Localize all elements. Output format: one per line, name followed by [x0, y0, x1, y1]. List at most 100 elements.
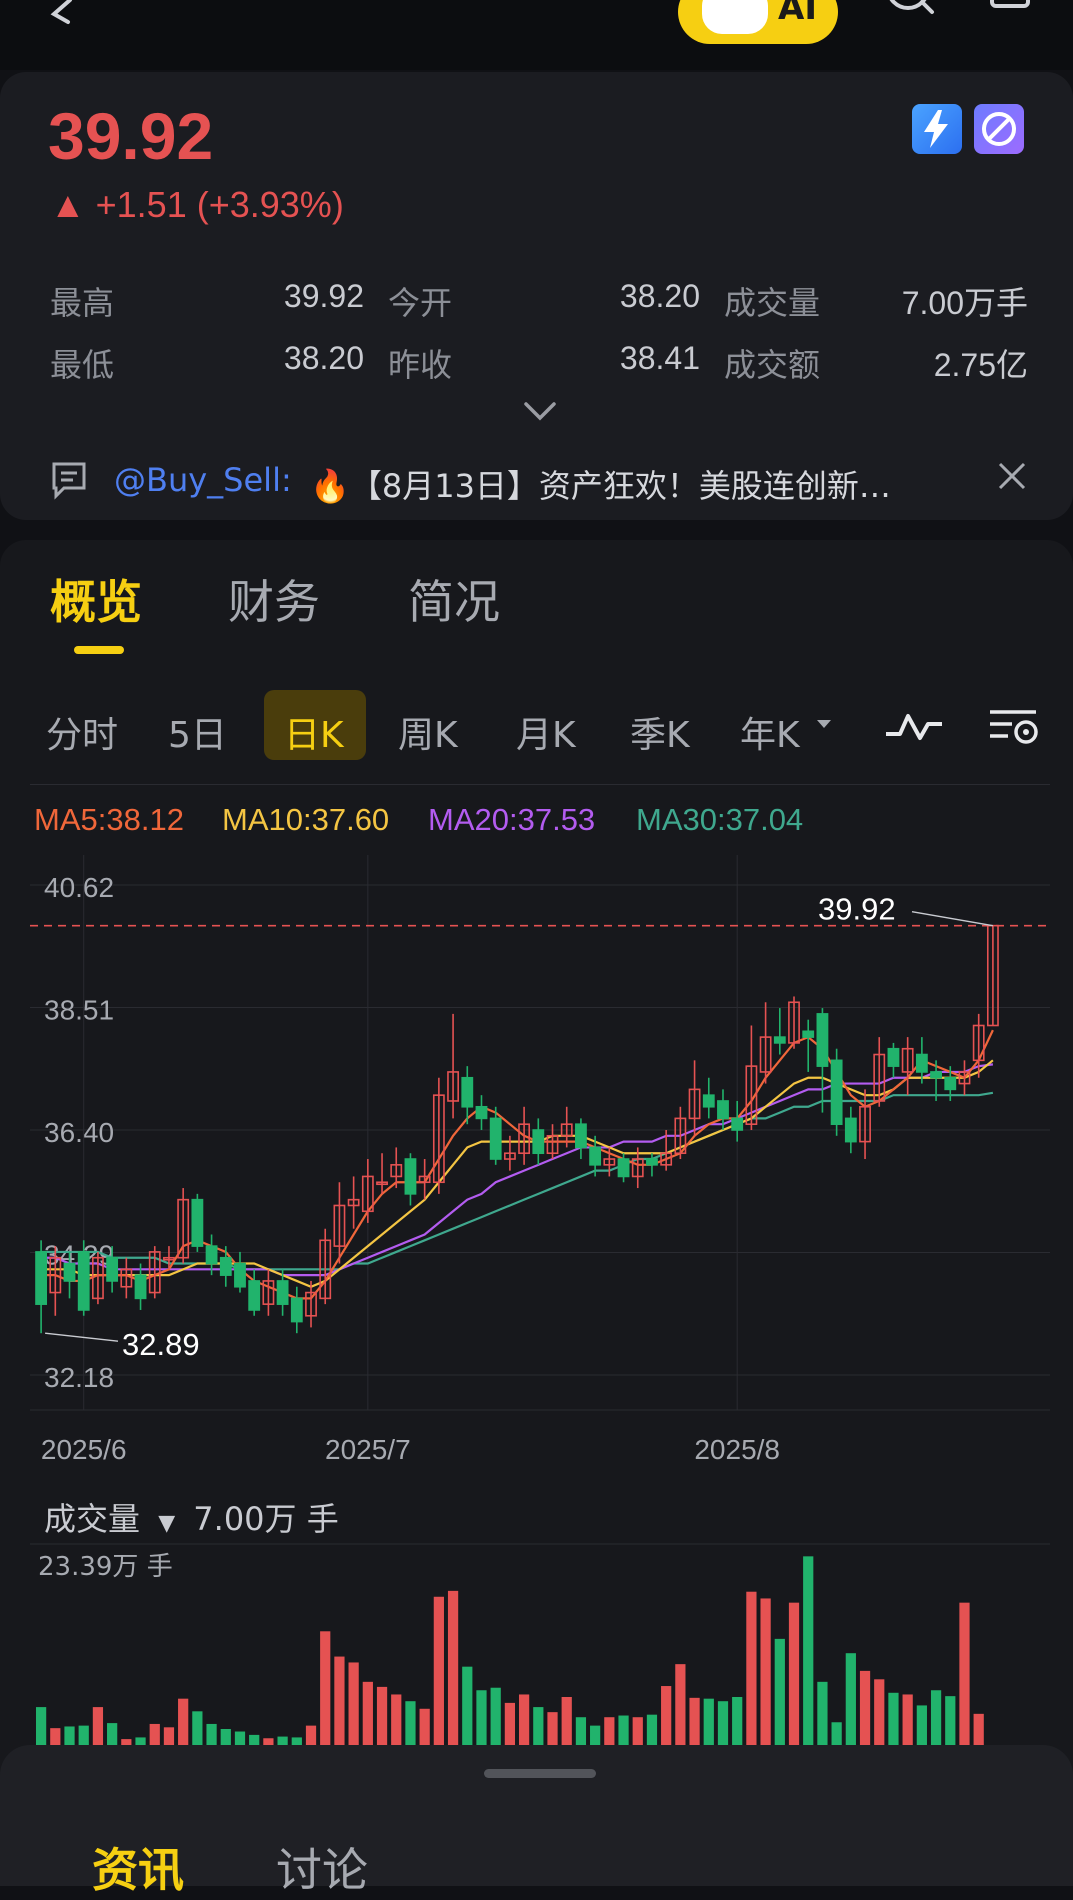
news-headline[interactable]: 🔥【8月13日】资产狂欢！美股连创新…: [310, 461, 930, 507]
volume-bar: [419, 1708, 430, 1745]
low-label-leader: [45, 1332, 119, 1342]
stat-label-prev-close: 昨收: [388, 346, 453, 384]
high-label-leader: [911, 910, 994, 927]
candle-body: [773, 1036, 786, 1044]
stat-label-volume: 成交量: [724, 284, 821, 322]
volume-bar: [334, 1656, 345, 1745]
candle-body: [234, 1262, 246, 1288]
candle-body: [191, 1198, 204, 1247]
volume-bar: [35, 1707, 47, 1745]
y-tick-label: 32.18: [44, 1362, 114, 1393]
candle-body: [944, 1076, 957, 1091]
stat-label-low: 最低: [50, 346, 115, 384]
volume-bar: [533, 1707, 544, 1745]
volume-bar: [604, 1717, 615, 1745]
tab-profile[interactable]: 简况: [408, 566, 500, 632]
chart-settings-icon[interactable]: [986, 704, 1044, 748]
volume-header[interactable]: 成交量 ▼ 7.00万 手: [44, 1494, 339, 1540]
stat-label-turnover: 成交额: [724, 346, 821, 384]
back-arrow-icon[interactable]: [40, 0, 80, 30]
tab-financials[interactable]: 财务: [228, 566, 320, 632]
volume-bar: [845, 1653, 856, 1745]
y-tick-label: 40.62: [44, 872, 114, 903]
candle-body: [77, 1251, 90, 1311]
volume-bar: [888, 1692, 899, 1745]
volume-bar: [277, 1736, 288, 1745]
candle-body: [461, 1076, 474, 1108]
candle-body: [802, 1030, 815, 1038]
indicator-icon[interactable]: [884, 708, 944, 744]
volume-bar: [902, 1694, 913, 1745]
period-5day[interactable]: 5日: [168, 706, 227, 758]
stat-value-prev-close: 38.41: [619, 340, 700, 376]
current-price: 39.92: [48, 99, 214, 173]
volume-bar: [178, 1698, 189, 1745]
candle-body: [717, 1100, 729, 1120]
divider: [30, 784, 1050, 785]
stat-value-low: 38.20: [283, 340, 364, 376]
kline-chart[interactable]: 40.6238.5136.4034.2932.182025/62025/7202…: [0, 850, 1073, 1460]
period-yearly-k[interactable]: 年K: [740, 706, 800, 758]
candle-body: [134, 1274, 147, 1300]
volume-bar: [504, 1702, 516, 1745]
volume-bar: [163, 1727, 175, 1745]
candle-body: [731, 1117, 744, 1131]
candle-body: [489, 1117, 502, 1160]
volume-bar: [518, 1694, 530, 1745]
ma5-label: MA5:38.12: [34, 802, 184, 837]
candle-body: [575, 1123, 587, 1149]
stat-label-open: 今开: [388, 284, 453, 322]
candle-body: [106, 1256, 119, 1282]
news-username[interactable]: @Buy_Sell:: [114, 461, 292, 499]
volume-bar: [632, 1717, 643, 1745]
period-daily-k[interactable]: 日K: [284, 706, 344, 758]
search-icon[interactable]: [880, 0, 940, 30]
volume-bar: [291, 1737, 302, 1745]
volume-bar: [263, 1738, 274, 1745]
volume-bar: [78, 1725, 89, 1745]
volume-chart[interactable]: [0, 1540, 1073, 1750]
candle-body: [219, 1256, 232, 1276]
volume-bar: [646, 1714, 658, 1745]
volume-bar: [220, 1728, 231, 1745]
candle-body: [830, 1059, 843, 1125]
high-price-label: 39.92: [818, 892, 896, 927]
volume-bar: [760, 1598, 771, 1745]
sheet-tab-discussion[interactable]: 讨论: [276, 1834, 368, 1900]
volume-bar: [305, 1725, 317, 1745]
period-weekly-k[interactable]: 周K: [398, 706, 458, 758]
expand-chevron-icon[interactable]: [522, 398, 558, 424]
share-icon[interactable]: [980, 0, 1040, 30]
x-tick-label: 2025/8: [694, 1434, 780, 1460]
volume-bar: [320, 1631, 331, 1745]
period-monthly-k[interactable]: 月K: [516, 706, 576, 758]
volume-bar: [689, 1697, 700, 1745]
close-icon[interactable]: [996, 460, 1028, 492]
stock-title: [110, 10, 500, 46]
tab-overview[interactable]: 概览: [50, 566, 142, 632]
volume-bar: [732, 1696, 743, 1745]
candle-body: [887, 1047, 900, 1067]
sheet-drag-handle[interactable]: [484, 1769, 596, 1778]
candle-body: [930, 1071, 942, 1079]
lightning-badge-icon[interactable]: [912, 104, 962, 154]
sheet-tab-news[interactable]: 资讯: [92, 1834, 184, 1900]
stat-value-volume: 7.00万手: [901, 285, 1028, 321]
candle-body: [844, 1117, 857, 1143]
volume-bar: [717, 1701, 729, 1745]
period-quarterly-k[interactable]: 季K: [630, 706, 690, 758]
volume-bar: [547, 1712, 558, 1745]
stat-value-turnover: 2.75亿: [933, 347, 1028, 383]
ma30-label: MA30:37.04: [636, 802, 804, 837]
period-intraday[interactable]: 分时: [46, 706, 118, 758]
volume-bar: [859, 1670, 871, 1745]
low-price-label: 32.89: [122, 1327, 200, 1362]
volume-bar: [362, 1681, 373, 1745]
candle-body: [35, 1251, 48, 1305]
volume-dropdown-icon[interactable]: ▼: [158, 1511, 175, 1536]
x-tick-label: 2025/6: [41, 1434, 127, 1460]
candle-body: [702, 1094, 715, 1108]
dropdown-triangle-icon[interactable]: [814, 716, 834, 732]
candle-body: [475, 1105, 488, 1120]
no-margin-badge-icon[interactable]: [974, 104, 1024, 154]
